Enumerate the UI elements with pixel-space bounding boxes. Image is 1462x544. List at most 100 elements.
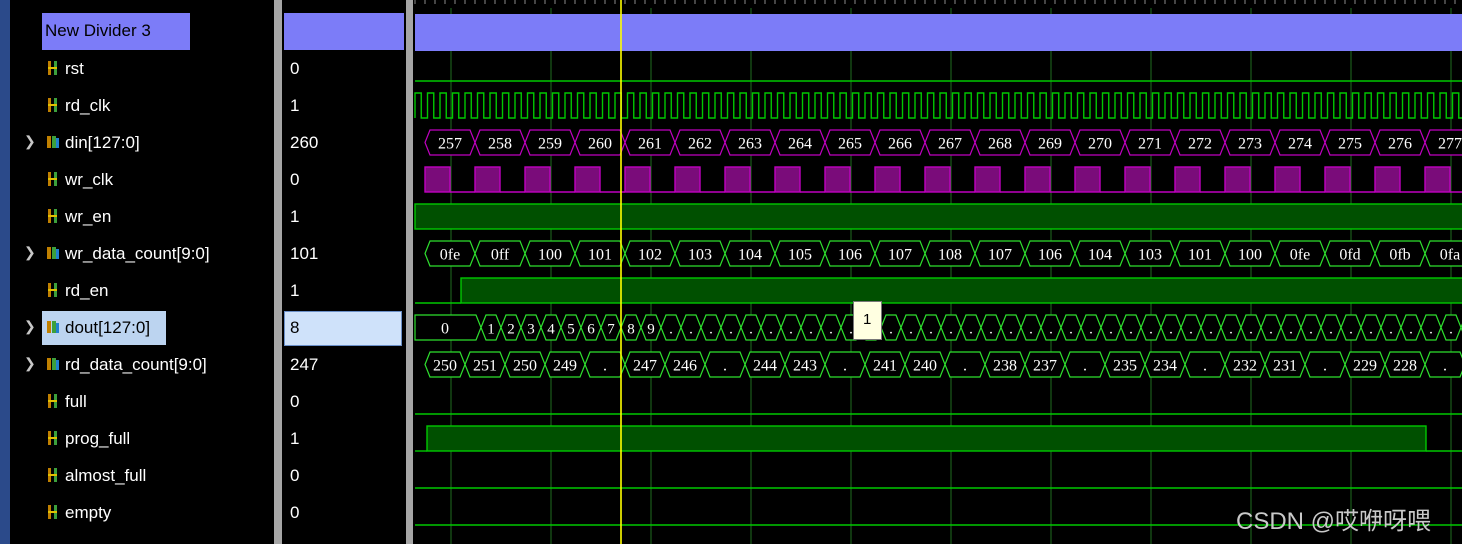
signal-values-panel: 0 1 260 0 1 101 1 8 247 0 1 0 0 <box>282 0 406 544</box>
panel-separator[interactable] <box>274 0 282 544</box>
divider-label: New Divider 3 <box>45 21 151 40</box>
wr-data-count-value: 106 <box>838 247 862 264</box>
wr-data-count-value: 103 <box>1138 247 1162 264</box>
signal-name: rd_en <box>65 281 109 300</box>
dout-value: . <box>1329 322 1333 338</box>
bus-signal-icon <box>47 358 59 370</box>
panel-separator[interactable] <box>406 0 413 544</box>
rd-data-count-value: 250 <box>513 358 537 375</box>
rd-en-waveform <box>460 277 1462 304</box>
rd-data-count-value: . <box>1083 358 1087 375</box>
signal-value-row[interactable]: 260 <box>282 124 406 161</box>
wr-clk-pulse <box>674 166 701 193</box>
signal-value: 1 <box>290 207 300 226</box>
wr-clk-pulse <box>774 166 801 193</box>
signal-name: rst <box>65 59 84 78</box>
dout-value: 5 <box>567 322 575 338</box>
signal-value-row[interactable]: 1 <box>282 87 406 124</box>
din-value: 261 <box>638 136 662 153</box>
signal-name: din[127:0] <box>65 133 140 152</box>
rd-data-count-value: 251 <box>473 358 497 375</box>
dout-value: 2 <box>507 322 515 338</box>
wr-data-count-value: 0fa <box>1440 247 1460 264</box>
rd-data-count-value: 235 <box>1113 358 1137 375</box>
wr-data-count-value: 0fd <box>1339 247 1360 264</box>
expand-chevron-icon[interactable]: ❯ <box>24 134 36 148</box>
signal-value-row[interactable]: 101 <box>282 235 406 272</box>
expand-chevron-icon[interactable]: ❯ <box>24 356 36 370</box>
rd-data-count-value: 247 <box>633 358 657 375</box>
waveform-canvas[interactable]: 257 258 259 260 261 262 263 264 265 266 267 268 269 2… <box>413 0 1462 544</box>
bit-signal-icon <box>48 394 57 408</box>
din-value: 259 <box>538 136 562 153</box>
wr-clk-pulse <box>474 166 501 193</box>
wr-clk-pulse <box>1124 166 1151 193</box>
rd-data-count-value: 231 <box>1273 358 1297 375</box>
wr-clk-pulse <box>1274 166 1301 193</box>
signal-value: 0 <box>290 59 300 78</box>
signal-value-row[interactable]: 1 <box>282 420 406 457</box>
dout-value: . <box>789 322 793 338</box>
signal-row[interactable]: almost_full <box>0 457 274 494</box>
signal-value: 260 <box>290 133 319 152</box>
rd-data-count-value: . <box>843 358 847 375</box>
signal-row[interactable]: rst <box>0 50 274 87</box>
dout-value: . <box>1109 322 1113 338</box>
signal-name: wr_en <box>65 207 112 226</box>
signal-value-row[interactable]: 1 <box>282 198 406 235</box>
signal-value-row[interactable]: 0 <box>282 383 406 420</box>
dout-value: . <box>669 322 673 338</box>
selection-highlight <box>284 311 402 346</box>
wr-data-count-value: 101 <box>588 247 612 264</box>
bit-signal-icon <box>48 468 57 482</box>
dout-value: 1 <box>487 322 495 338</box>
bit-signal-icon <box>48 431 57 445</box>
dout-value: . <box>989 322 993 338</box>
dout-value: 0 <box>441 321 449 338</box>
signal-row[interactable]: empty <box>0 494 274 531</box>
signal-row[interactable]: prog_full <box>0 420 274 457</box>
waveform-panel[interactable]: 257 258 259 260 261 262 263 264 265 266 267 268 269 2… <box>413 0 1462 544</box>
signal-row[interactable]: rd_en <box>0 272 274 309</box>
divider-name[interactable]: New Divider 3 <box>42 13 190 50</box>
wr-data-count-value: 104 <box>738 247 762 264</box>
expand-chevron-icon[interactable]: ❯ <box>24 245 36 259</box>
bus-signal-icon <box>47 247 59 259</box>
signal-value-row[interactable]: 0 <box>282 457 406 494</box>
signal-row[interactable]: ❯ din[127:0] <box>0 124 274 161</box>
din-value: 260 <box>588 136 612 153</box>
signal-value-row[interactable]: 1 <box>282 272 406 309</box>
signal-row[interactable]: wr_clk <box>0 161 274 198</box>
signal-value-row[interactable]: 0 <box>282 494 406 531</box>
din-value: 271 <box>1138 136 1162 153</box>
signal-row[interactable]: ❯ dout[127:0] <box>0 309 274 346</box>
signal-value-row[interactable]: 0 <box>282 161 406 198</box>
signal-row[interactable]: wr_en <box>0 198 274 235</box>
expand-chevron-icon[interactable]: ❯ <box>24 319 36 333</box>
signal-row[interactable]: ❯ rd_data_count[9:0] <box>0 346 274 383</box>
signal-value: 8 <box>290 318 300 337</box>
signal-row[interactable]: full <box>0 383 274 420</box>
rd-data-count-value: 244 <box>753 358 777 375</box>
signal-value: 1 <box>290 429 300 448</box>
rd-data-count-value: . <box>603 358 607 375</box>
dout-value: . <box>729 322 733 338</box>
rd-data-count-value: 250 <box>433 358 457 375</box>
bus-signal-icon <box>47 136 59 148</box>
signal-value-row[interactable]: 247 <box>282 346 406 383</box>
signal-names-panel: New Divider 3 rst rd_clk ❯ din[127:0] wr_clk… <box>0 0 274 544</box>
signal-row[interactable]: ❯ wr_data_count[9:0] <box>0 235 274 272</box>
signal-row[interactable]: rd_clk <box>0 87 274 124</box>
wr-clk-pulse <box>1324 166 1351 193</box>
divider-band <box>415 14 1462 51</box>
wr-data-count-value: 100 <box>1238 247 1262 264</box>
signal-name: dout[127:0] <box>65 318 151 337</box>
rd-data-count-value: 246 <box>673 358 697 375</box>
dout-value: . <box>709 322 713 338</box>
dout-value: . <box>1149 322 1153 338</box>
dout-value: . <box>1289 322 1293 338</box>
signal-value-row[interactable]: 8 <box>282 309 406 346</box>
signal-value-row[interactable]: 0 <box>282 50 406 87</box>
dout-value: . <box>1129 322 1133 338</box>
dout-value: . <box>749 322 753 338</box>
